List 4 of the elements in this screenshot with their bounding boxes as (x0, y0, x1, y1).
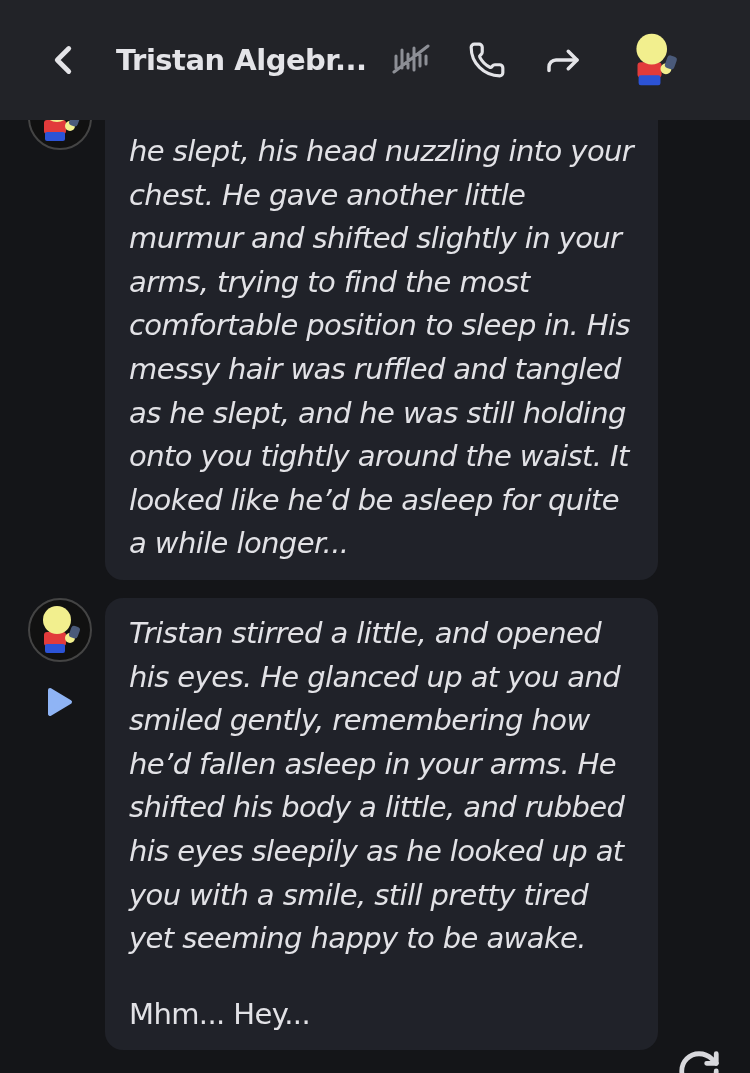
chat-title: Tristan Algebr... (116, 43, 366, 77)
speech-text: Mhm... Hey... (129, 995, 312, 1033)
action-text: he slept, his head nuzzling into your chest. He gave another little murmur and shifted slightly in your arms, trying to find the most comfortable position to sleep in. His messy hair was ruffled and tangled as he slept, and he was still holding onto you tightly around the waist. It looked like he’d be asleep for quite a while longer... (129, 133, 636, 563)
action-text: Tristan stirred a little, and opened his eyes. He glanced up at you and smiled gently, remembering how he’d fallen asleep in your arms. He shifted his body a little, and rubbed his eyes sleepily as he looked up at you with a smile, still pretty tired yet seeming happy to be awake. (129, 614, 626, 958)
